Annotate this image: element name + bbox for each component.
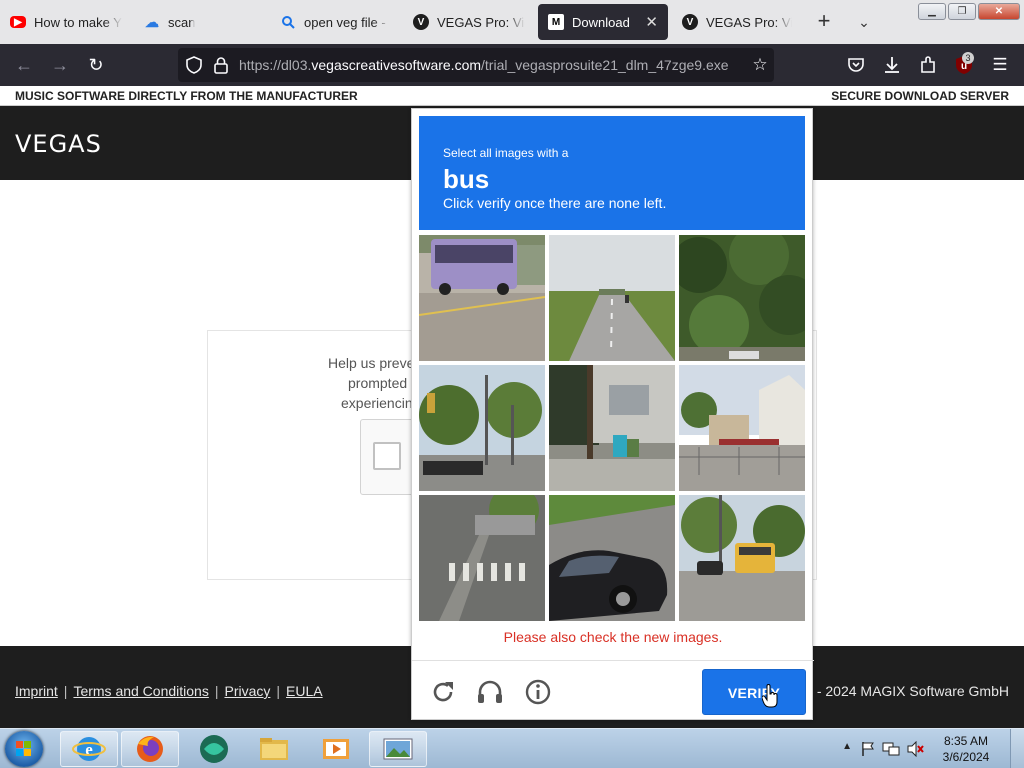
app-icon — [200, 735, 228, 763]
close-tab-icon[interactable]: ✕ — [645, 13, 658, 31]
captcha-instruction: Select all images with a — [443, 146, 569, 160]
clock[interactable]: 8:35 AM 3/6/2024 — [936, 733, 996, 765]
top-strip: MUSIC SOFTWARE DIRECTLY FROM THE MANUFAC… — [0, 86, 1024, 106]
tab-vegas-2[interactable]: V VEGAS Pro: Vide — [672, 4, 802, 40]
internet-explorer-icon: e — [72, 737, 106, 761]
new-tab-button[interactable]: + — [812, 8, 836, 36]
taskbar-media-player[interactable] — [307, 731, 365, 767]
tab-youtube[interactable]: ▶ How to make YT — [0, 4, 132, 40]
tab-scan[interactable]: ☁ scan — [134, 4, 268, 40]
network-icon[interactable] — [882, 741, 900, 757]
url-text[interactable]: https://dl03.vegascreativesoftware.com/t… — [239, 57, 729, 73]
menu-icon[interactable]: ☰ — [988, 53, 1012, 77]
tagline-left: MUSIC SOFTWARE DIRECTLY FROM THE MANUFAC… — [15, 89, 358, 103]
vegas-icon: V — [682, 14, 698, 30]
picture-icon — [383, 738, 413, 760]
back-arrow-icon[interactable]: ← — [12, 53, 36, 77]
info-icon[interactable] — [523, 677, 553, 707]
tab-vegas-1[interactable]: V VEGAS Pro: Vide — [403, 4, 535, 40]
taskbar-image-viewer[interactable] — [369, 731, 427, 767]
help-text-line3: experiencin — [341, 395, 413, 411]
media-player-icon — [323, 739, 349, 759]
taskbar-firefox[interactable] — [121, 731, 179, 767]
captcha-target: bus — [443, 164, 490, 194]
reload-icon[interactable]: ↻ — [84, 53, 108, 77]
action-center-flag-icon[interactable] — [860, 741, 876, 757]
forward-arrow-icon[interactable]: → — [48, 53, 72, 77]
list-all-tabs-button[interactable]: ⌄ — [852, 8, 876, 36]
close-window-button[interactable]: ✕ — [978, 3, 1020, 20]
captcha-tile-road[interactable] — [549, 235, 675, 361]
eula-link[interactable]: EULA — [286, 683, 323, 699]
clock-date: 3/6/2024 — [942, 750, 990, 764]
youtube-icon: ▶ — [10, 16, 26, 28]
taskbar-app[interactable] — [183, 731, 241, 767]
start-button[interactable] — [5, 731, 43, 767]
hand-cursor-icon — [762, 684, 778, 708]
captcha-image-grid — [419, 235, 805, 621]
vegas-logo[interactable]: VEGAS — [15, 130, 102, 158]
captcha-tile-sidewalk[interactable] — [549, 365, 675, 491]
privacy-link[interactable]: Privacy — [224, 683, 270, 699]
captcha-tile-school-bus[interactable] — [679, 495, 805, 621]
imprint-link[interactable]: Imprint — [15, 683, 58, 699]
recaptcha-checkbox[interactable] — [373, 442, 401, 470]
magix-icon: M — [548, 14, 564, 30]
help-text-line2: prompted — [348, 375, 408, 391]
firefox-icon — [137, 736, 163, 762]
shield-icon[interactable] — [185, 56, 203, 74]
copyright: 3 - 2024 MAGIX Software GmbH — [805, 683, 1009, 699]
windows-logo-icon — [16, 741, 31, 756]
reload-challenge-icon[interactable] — [428, 677, 458, 707]
captcha-challenge: Select all images with a bus Click verif… — [411, 108, 814, 721]
tab-search[interactable]: open veg file - S — [270, 4, 400, 40]
taskbar: e ▲ 8:35 AM 3/6/2024 — [0, 728, 1024, 768]
captcha-header: Select all images with a bus Click verif… — [419, 116, 805, 230]
address-bar[interactable]: https://dl03.vegascreativesoftware.com/t… — [178, 48, 774, 82]
volume-muted-icon[interactable] — [906, 741, 924, 757]
folder-icon — [260, 738, 288, 760]
captcha-subinstruction: Click verify once there are none left. — [443, 195, 667, 211]
search-icon — [280, 14, 296, 30]
navigation-bar: ← → ↻ https://dl03.vegascreativesoftware… — [0, 44, 1024, 86]
captcha-error: Please also check the new images. — [503, 629, 723, 645]
help-text-line1: Help us preve — [328, 355, 415, 371]
window-controls: ▁ ❐ ✕ — [918, 3, 1020, 20]
vegas-icon: V — [413, 14, 429, 30]
footer-links: Imprint | Terms and Conditions | Privacy | EUL… — [15, 683, 323, 699]
terms-link[interactable]: Terms and Conditions — [73, 683, 208, 699]
captcha-tile-crosswalk[interactable] — [419, 495, 545, 621]
extensions-icon[interactable] — [918, 55, 938, 75]
taskbar-ie[interactable]: e — [60, 731, 118, 767]
tab-download[interactable]: M Download ✕ — [538, 4, 668, 40]
verify-button[interactable]: VERIFY — [702, 669, 806, 715]
show-desktop-button[interactable] — [1010, 729, 1024, 768]
tab-bar: ▶ How to make YT ☁ scan open veg file - … — [0, 0, 1024, 44]
captcha-tile-houses[interactable] — [679, 365, 805, 491]
captcha-tile-bus-street[interactable] — [419, 235, 545, 361]
audio-challenge-icon[interactable] — [475, 677, 505, 707]
star-icon[interactable]: ☆ — [748, 53, 772, 77]
captcha-tile-trees[interactable] — [679, 235, 805, 361]
taskbar-explorer[interactable] — [245, 731, 303, 767]
lock-icon[interactable] — [213, 56, 229, 74]
download-icon[interactable] — [882, 55, 902, 75]
show-hidden-icons-icon[interactable]: ▲ — [842, 741, 852, 752]
captcha-toolbar: VERIFY — [412, 660, 814, 721]
extension-badge: 3 — [962, 52, 974, 64]
captcha-tile-car[interactable] — [549, 495, 675, 621]
captcha-tile-traffic-lights[interactable] — [419, 365, 545, 491]
clock-time: 8:35 AM — [943, 734, 989, 748]
minimize-button[interactable]: ▁ — [918, 3, 946, 20]
tagline-right: SECURE DOWNLOAD SERVER — [831, 89, 1009, 103]
cloud-icon: ☁ — [145, 13, 159, 30]
restore-button[interactable]: ❐ — [948, 3, 976, 20]
pocket-icon[interactable] — [846, 55, 866, 75]
